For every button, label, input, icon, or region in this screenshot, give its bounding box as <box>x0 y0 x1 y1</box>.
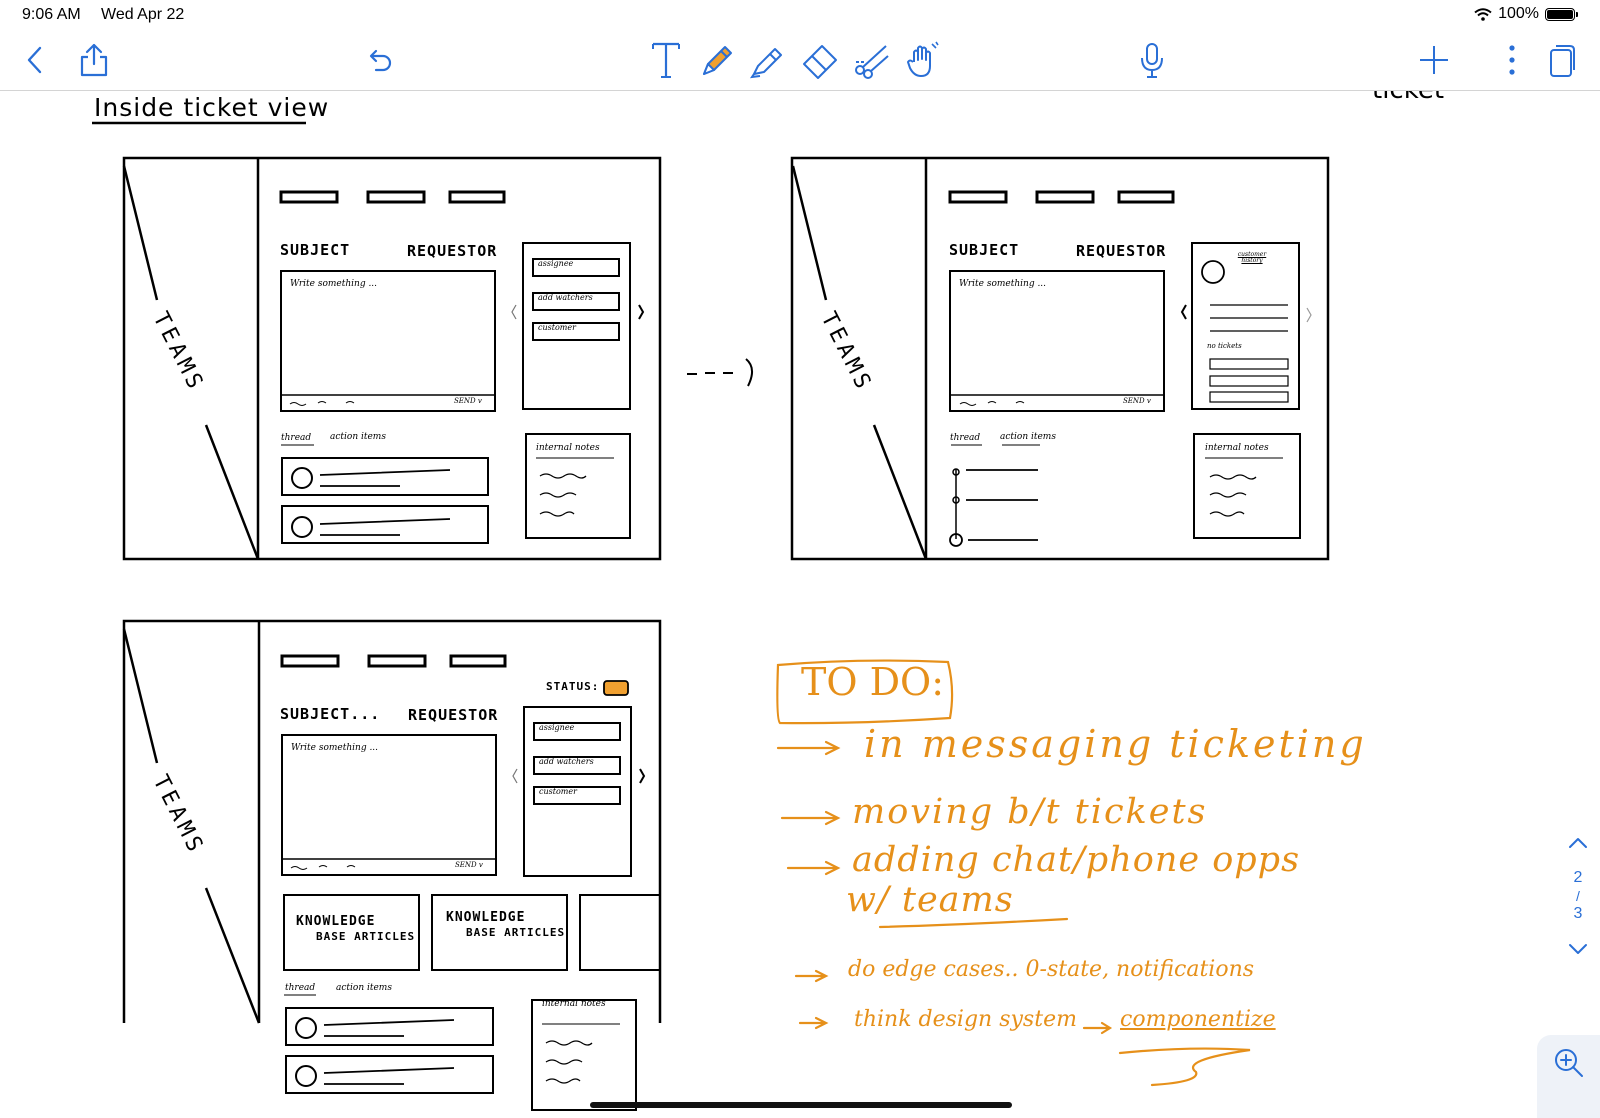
section-title: Inside ticket view <box>94 93 330 122</box>
battery-percent: 100% <box>1498 5 1539 22</box>
page-navigator: 2 / 3 <box>1556 836 1600 956</box>
wf2-send: SEND v <box>1123 397 1151 405</box>
wf1-placeholder: Write something ... <box>290 279 378 289</box>
battery-tip <box>1576 11 1578 17</box>
wf3-status-label: STATUS: <box>546 680 600 693</box>
wf1-requestor-label: REQUESTOR <box>407 242 498 260</box>
wf2-history-title: customer history <box>1237 251 1267 264</box>
top-right-fragment: ticket <box>1372 91 1444 103</box>
todo-item-4: w/ teams <box>846 880 1014 920</box>
kb2-line2: BASE ARTICLES <box>466 925 566 939</box>
wf2-tab-thread: thread <box>950 433 981 443</box>
todo-title: TO DO: <box>801 660 945 704</box>
wf3-placeholder: Write something ... <box>291 743 379 753</box>
share-icon[interactable] <box>74 40 114 80</box>
wf2-placeholder: Write something ... <box>959 279 1047 289</box>
wf3-tab-thread: thread <box>285 983 316 993</box>
todo-item-1: in messaging ticketing <box>864 722 1367 766</box>
toolbar <box>0 32 1600 91</box>
hand-tool-icon[interactable] <box>904 40 944 80</box>
page-total: 3 <box>1573 905 1583 922</box>
wifi-icon <box>1474 7 1492 21</box>
todo-item-5: do edge cases.. 0-state, notifications <box>848 957 1255 982</box>
wf3-field-assignee: assignee <box>539 723 575 732</box>
chevron-up-icon[interactable] <box>1567 836 1589 850</box>
undo-icon[interactable] <box>360 40 400 80</box>
wf2-internal-notes: internal notes <box>1205 443 1269 453</box>
wf1-internal-notes: internal notes <box>536 443 600 453</box>
more-icon[interactable] <box>1492 40 1532 80</box>
wf3-tab-action-items: action items <box>336 983 392 993</box>
todo-item-7: componentize <box>1120 1007 1276 1032</box>
status-bar: 9:06 AM Wed Apr 22 100% <box>0 0 1600 32</box>
wf1-field-customer: customer <box>538 323 576 332</box>
page-current: 2 <box>1573 869 1583 886</box>
pages-icon[interactable] <box>1542 40 1582 80</box>
kb1-line1: KNOWLEDGE <box>296 914 376 929</box>
wf2-no-tickets: no tickets <box>1207 342 1242 350</box>
wf1-field-assignee: assignee <box>538 259 574 268</box>
wf3-internal-notes: internal notes <box>542 999 606 1009</box>
microphone-icon[interactable] <box>1132 40 1172 80</box>
back-icon[interactable] <box>15 40 55 80</box>
battery-icon <box>1545 7 1575 21</box>
add-icon[interactable] <box>1414 40 1454 80</box>
zoom-button[interactable] <box>1537 1035 1600 1118</box>
status-date: Wed Apr 22 <box>101 6 185 23</box>
chevron-down-icon[interactable] <box>1567 942 1589 956</box>
wf2-tab-action-items: action items <box>1000 432 1056 442</box>
todo-item-3: adding chat/phone opps <box>852 840 1301 880</box>
zoom-in-icon <box>1554 1049 1583 1077</box>
wf1-tab-thread: thread <box>281 433 312 443</box>
status-time: 9:06 AM <box>22 6 81 23</box>
wf3-kb-card-2: KNOWLEDGE BASE ARTICLES <box>446 910 565 939</box>
kb2-line1: KNOWLEDGE <box>446 910 526 925</box>
todo-item-6: think design system <box>854 1007 1077 1032</box>
home-indicator[interactable] <box>590 1102 1012 1108</box>
wf1-field-watchers: add watchers <box>538 293 593 302</box>
wf1-send: SEND v <box>454 397 482 405</box>
wf2-subject-label: SUBJECT <box>949 241 1020 259</box>
wf1-tab-action-items: action items <box>330 432 386 442</box>
wf3-send: SEND v <box>455 861 483 869</box>
text-tool-icon[interactable] <box>646 40 686 80</box>
page-separator: / <box>1576 888 1580 904</box>
wf3-subject-label: SUBJECT... <box>280 705 381 723</box>
wf1-subject-label: SUBJECT <box>280 241 351 259</box>
scissors-icon[interactable] <box>852 40 892 80</box>
wf3-kb-card-1: KNOWLEDGE BASE ARTICLES <box>296 914 415 943</box>
pencil-icon[interactable] <box>696 40 736 80</box>
status-right: 100% <box>1474 5 1578 23</box>
wf3-field-watchers: add watchers <box>539 757 594 766</box>
kb1-line2: BASE ARTICLES <box>316 929 416 943</box>
wf3-requestor-label: REQUESTOR <box>408 706 499 724</box>
eraser-icon[interactable] <box>800 40 840 80</box>
highlighter-icon[interactable] <box>748 40 788 80</box>
todo-item-2: moving b/t tickets <box>852 792 1208 832</box>
note-canvas[interactable]: Inside ticket view ticket TEAMS SUBJECT … <box>0 91 1600 1118</box>
wf3-field-customer: customer <box>539 787 577 796</box>
sketch-drawing <box>92 121 1330 1111</box>
wf2-requestor-label: REQUESTOR <box>1076 242 1167 260</box>
